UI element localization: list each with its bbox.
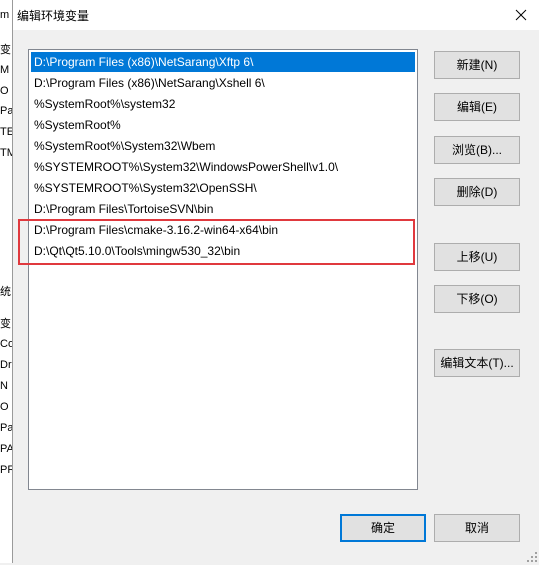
browse-button[interactable]: 浏览(B)... bbox=[434, 136, 520, 164]
delete-button[interactable]: 删除(D) bbox=[434, 178, 520, 206]
title-bar: 编辑环境变量 bbox=[13, 0, 539, 30]
background-text: Dr bbox=[0, 359, 12, 371]
path-list[interactable]: D:\Program Files (x86)\NetSarang\Xftp 6\… bbox=[28, 49, 418, 490]
list-item[interactable]: D:\Program Files (x86)\NetSarang\Xftp 6\ bbox=[31, 52, 415, 72]
cancel-button[interactable]: 取消 bbox=[434, 514, 520, 542]
background-text: 变 bbox=[0, 318, 11, 330]
background-text: TE bbox=[0, 126, 12, 138]
background-text: TM bbox=[0, 147, 12, 159]
list-item[interactable]: D:\Qt\Qt5.10.0\Tools\mingw530_32\bin bbox=[31, 241, 415, 261]
background-text: Co bbox=[0, 338, 12, 350]
background-text: Pa bbox=[0, 105, 12, 117]
list-item[interactable]: %SYSTEMROOT%\System32\WindowsPowerShell\… bbox=[31, 157, 415, 177]
dialog-title: 编辑环境变量 bbox=[17, 9, 90, 23]
background-text: 统 bbox=[0, 286, 11, 298]
list-item[interactable]: %SYSTEMROOT%\System32\OpenSSH\ bbox=[31, 178, 415, 198]
background-text: O bbox=[0, 85, 9, 97]
list-item[interactable]: %SystemRoot% bbox=[31, 115, 415, 135]
background-text: PR bbox=[0, 464, 12, 476]
background-text: m bbox=[0, 9, 10, 21]
new-button[interactable]: 新建(N) bbox=[434, 51, 520, 79]
background-text: M bbox=[0, 64, 10, 76]
list-item[interactable]: D:\Program Files\cmake-3.16.2-win64-x64\… bbox=[31, 220, 415, 240]
background-text: O bbox=[0, 401, 9, 413]
edit-button[interactable]: 编辑(E) bbox=[434, 93, 520, 121]
edit-text-button[interactable]: 编辑文本(T)... bbox=[434, 349, 520, 377]
close-icon bbox=[515, 9, 527, 21]
resize-grip[interactable] bbox=[527, 551, 537, 562]
background-text: PA bbox=[0, 443, 12, 455]
ok-button[interactable]: 确定 bbox=[340, 514, 426, 542]
close-button[interactable] bbox=[509, 3, 533, 27]
list-item[interactable]: D:\Program Files (x86)\NetSarang\Xshell … bbox=[31, 73, 415, 93]
background-text: 变 bbox=[0, 44, 11, 56]
resize-grip-icon bbox=[527, 552, 537, 562]
list-item[interactable]: D:\Program Files\TortoiseSVN\bin bbox=[31, 199, 415, 219]
list-item[interactable]: %SystemRoot%\System32\Wbem bbox=[31, 136, 415, 156]
list-item[interactable]: %SystemRoot%\system32 bbox=[31, 94, 415, 114]
background-text: N bbox=[0, 380, 8, 392]
background-text: Pa bbox=[0, 422, 12, 434]
move-up-button[interactable]: 上移(U) bbox=[434, 243, 520, 271]
move-down-button[interactable]: 下移(O) bbox=[434, 285, 520, 313]
edit-environment-variable-dialog: 编辑环境变量 D:\Program Files (x86)\NetSarang\… bbox=[12, 0, 539, 563]
